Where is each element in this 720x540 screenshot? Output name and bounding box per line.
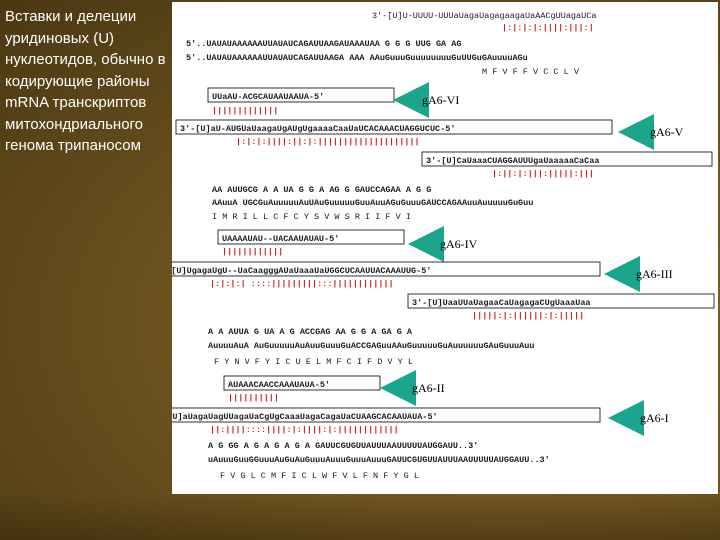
mrna-r8-top: A G GG A G A G A G A GAUUCGUGUUAUUUAAUUU… [208,441,478,451]
mrna-r2-bottom: 5'..UAUAUAAAAAAUUAUAUCAGAUUAAGA AAA AAuG… [186,53,528,63]
mrna-r6-bottom: AuuuuAuA AuGuuuuuAuAuuGuuuGuACCGAGuuAAuG… [208,341,534,351]
label-gA6-III: gA6-III [636,267,673,281]
guide-ii-a: 3'-[U]UaaUUaUagaaCaUagagaCUgUaaaUaa [412,298,591,308]
guide-ii: AUAAACAACCAAAUAUA-5' [228,380,330,390]
guide-r1: 3'-[U]U-UUUU-UUUaUagaUagagaagaUaAACgUUag… [372,11,596,21]
background-shading [0,495,720,540]
pairing-i: ||:||||::::||||:|:||||:|:|||||||||||| [210,425,399,435]
mrna-r4-bottom: AAuuA UGCGuAuuuuuAuUAuGuuuuuGuuAuuAGuGuu… [212,198,533,208]
pairing-ii: |||||||||| [228,393,279,403]
guide-iii: 3'-[U]UgagaUgU--UaCaagggAUaUaaaUaUGGCUCA… [172,266,431,276]
mrna-r6-top: A A AUUA G UA A G ACCGAG AA G G A GA G A [208,327,413,337]
guide-i: 3'-[U]aUagaUagUUagaUaCgUgCaaaUagaCagaUaC… [172,412,438,422]
label-gA6-I: gA6-I [640,411,669,425]
mrna-r4-top: AA AUUGCG A A UA G G A AG G GAUCCAGAA A … [212,185,431,195]
pairing-ii-a: |||||:|:||||||:|:||||| [472,311,584,321]
slide-title: Вставки и делеции уридиновых (U) нуклеот… [5,8,166,154]
editing-diagram: 3'-[U]U-UUUU-UUUaUagaUagagaagaUaAACgUUag… [147,11,715,481]
mrna-r8-bottom: uAuuuGuuGGuuuAuGuAuGuuuAuuuGuuuAuuuGAUUC… [208,455,550,465]
pairing-v-b: |:||:|:|||:|||||:||| [492,169,594,179]
sequence-panel: 3'-[U]U-UUUU-UUUaUagaUagagaagaUaAACgUUag… [147,2,718,494]
pairing-vi: ||||||||||||| [212,106,278,116]
guide-v: 3'-[U]aU-AUGUaUaagaUgAUgUgaaaaCaaUaUCACA… [180,124,455,134]
pairing-iv: |||||||||||| [222,247,283,257]
pairing-iii: |:|:|:| ::::|||||||||:::|||||||||||| [210,279,394,289]
guide-vi: UUaAU-ACGCAUAAUAAUA-5' [212,92,324,102]
label-gA6-II: gA6-II [412,381,445,395]
label-gA6-VI: gA6-VI [422,93,459,107]
pairing-v: |:|:|:||||:||:|:|||||||||||||||||||| [236,137,420,147]
aa-r2: M F V F F V C C L V [482,67,580,77]
aa-r6: F Y N V F Y I C U E L M F C I F D V Y L [214,357,413,367]
guide-iv: UAAAAUAU--UACAAUAUAU-5' [222,234,339,244]
aa-r8: F V G L C M F I C L W F V L F N F Y G L [220,471,419,481]
label-gA6-IV: gA6-IV [440,237,478,251]
label-gA6-V: gA6-V [650,125,684,139]
mrna-r2-top: 5'..UAUAUAAAAAAUUAUAUCAGAUUAAGAUAAAUAA G… [186,39,461,49]
slide: Вставки и делеции уридиновых (U) нуклеот… [0,0,720,540]
pairing-r1: |:|:|:|:||||:|||:| [502,23,594,33]
aa-r4: I M R I L L C F C Y S V W S R I I F V I [212,212,411,222]
guide-v-b: 3'-[U]CaUaaaCUAGGAUUUgaUaaaaaCaCaa [426,156,599,166]
